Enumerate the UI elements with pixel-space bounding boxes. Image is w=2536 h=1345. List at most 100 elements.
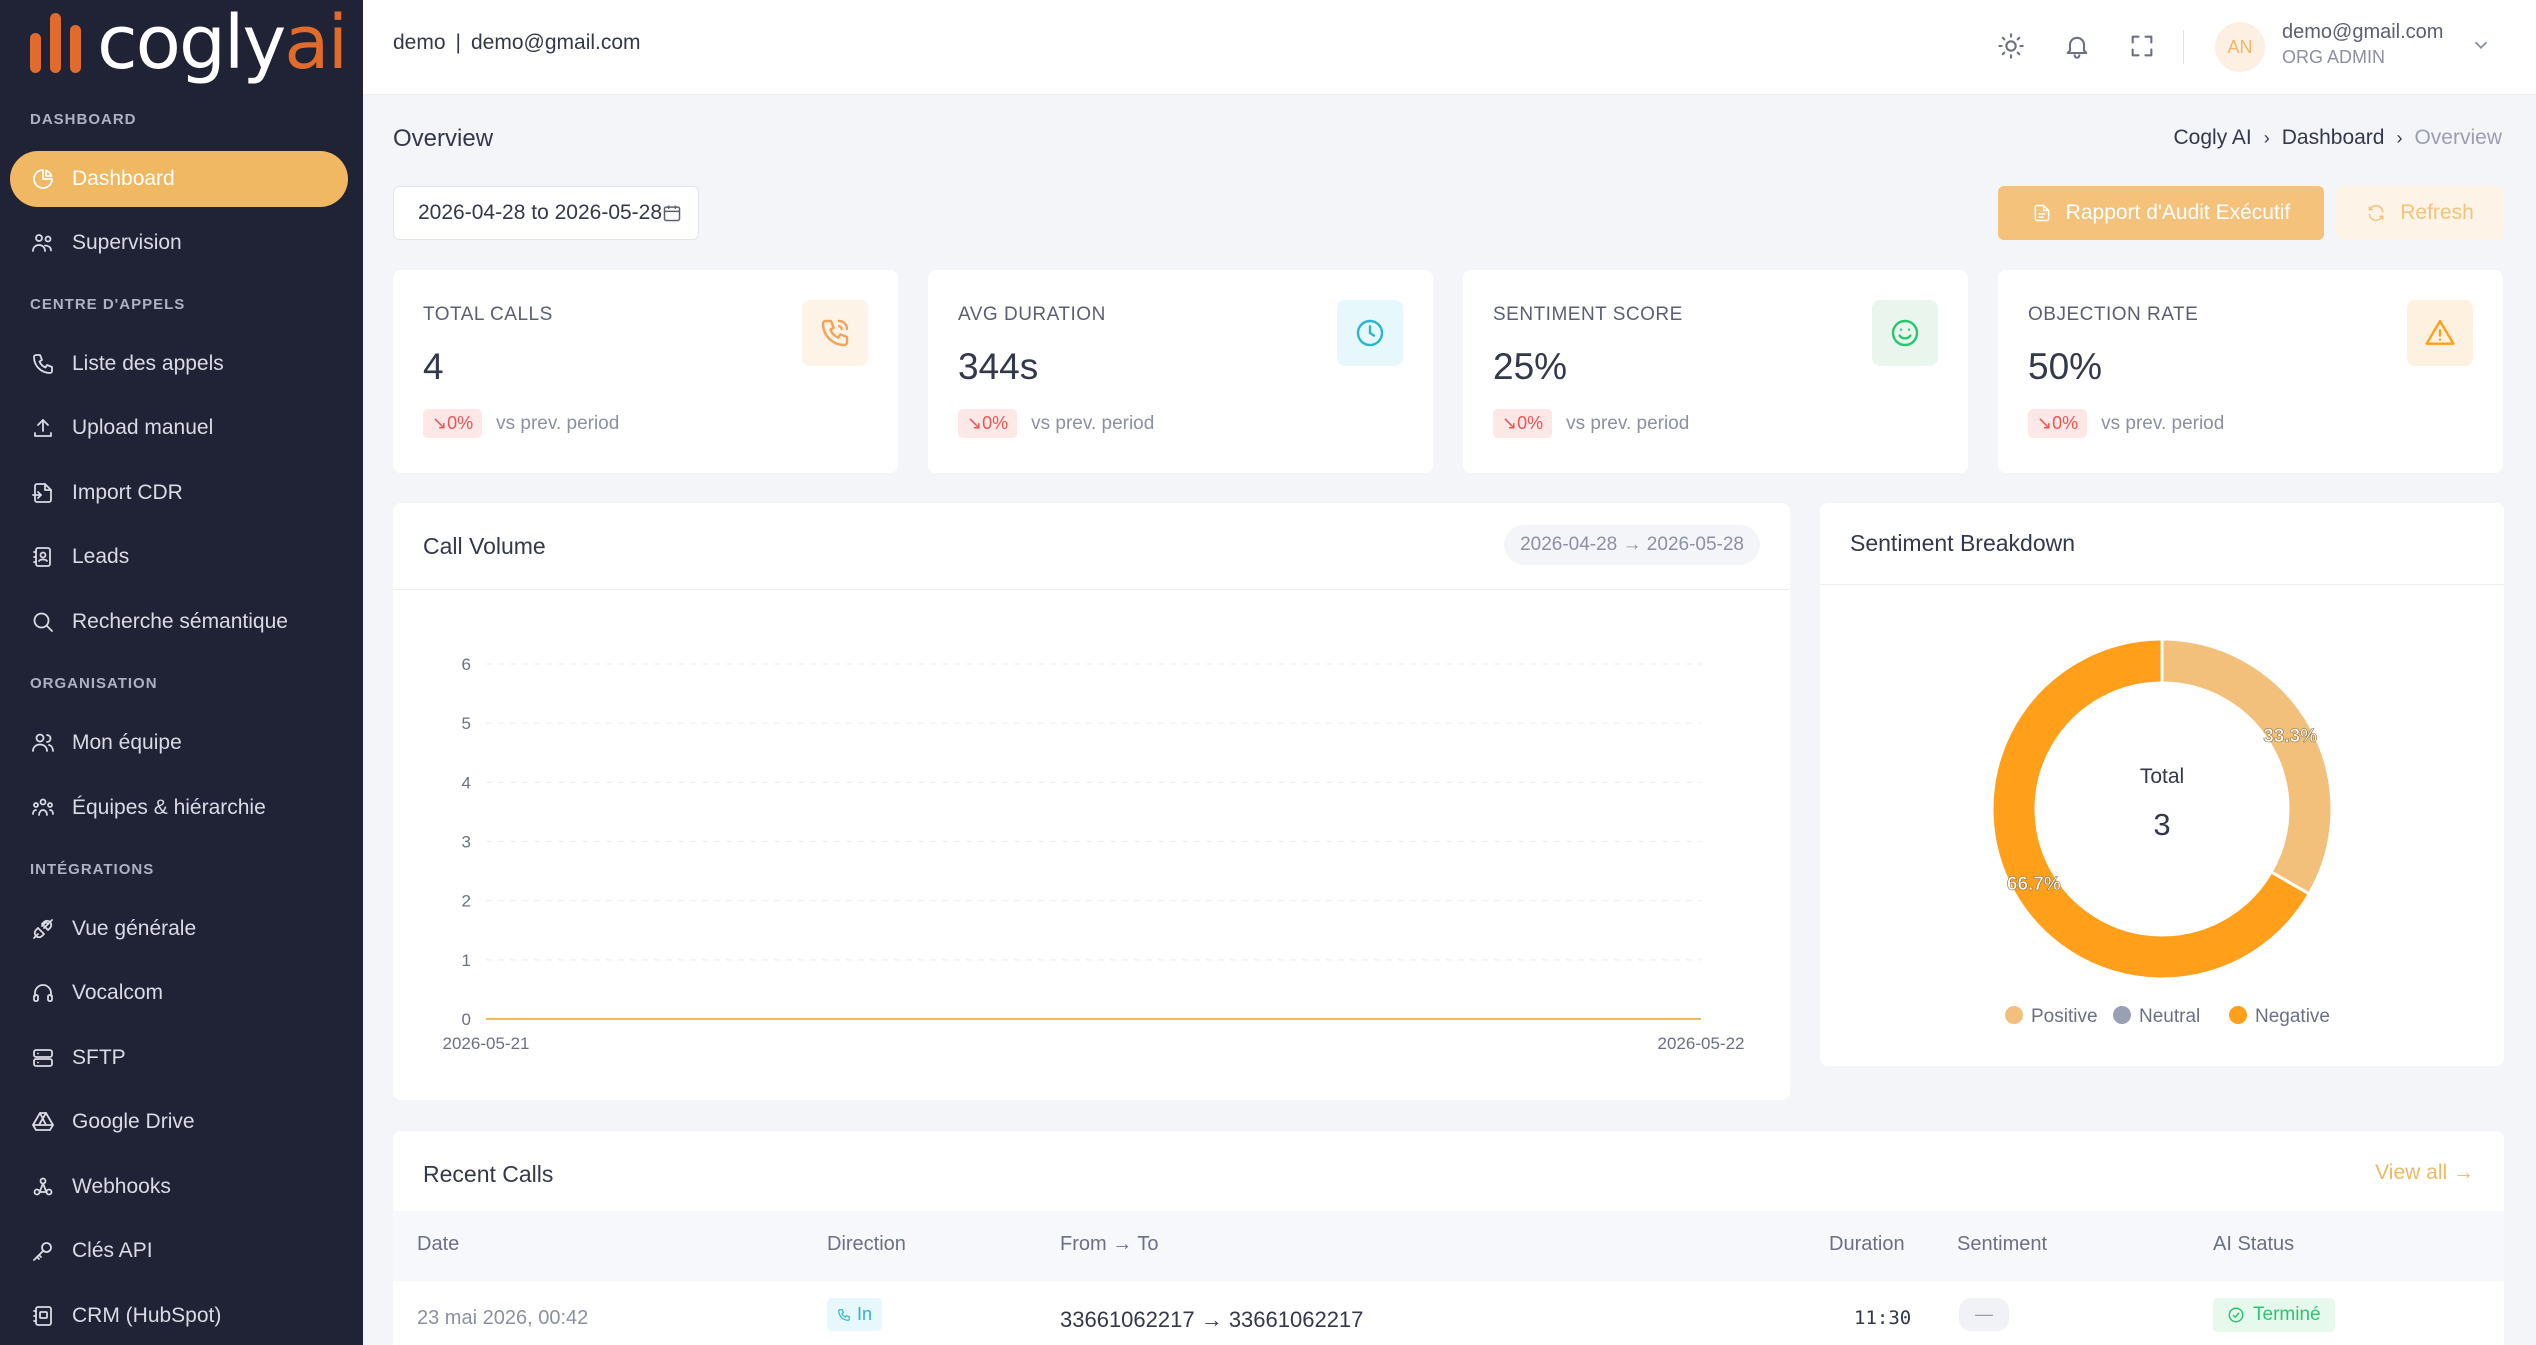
legend-item-negative[interactable]: Negative [2229,1006,2330,1027]
sidebar-section-integrations: INTÉGRATIONS [30,861,155,878]
sidebar-item-calls-list[interactable]: Liste des appels [10,336,348,392]
y-tick-label: 6 [462,655,471,674]
donut-center-label: Total [2140,765,2184,788]
sidebar-item-leads[interactable]: Leads [10,529,348,585]
date-range-value: 2026-04-28 to 2026-05-28 [418,201,663,224]
column-from-to[interactable]: From → To [1060,1233,1159,1256]
app-logo[interactable]: coglyai [30,6,348,80]
logo-text: coglyai [97,0,348,86]
chevron-right-icon: › [2396,127,2403,148]
breadcrumb-cogly-ai[interactable]: Cogly AI [2174,126,2252,150]
crm-icon [30,1303,56,1329]
sidebar-item-my-team[interactable]: Mon équipe [10,715,348,771]
sidebar-item-hierarchy[interactable]: Équipes & hiérarchie [10,780,348,836]
breadcrumb-dashboard[interactable]: Dashboard [2282,126,2385,150]
column-sentiment[interactable]: Sentiment [1957,1233,2047,1256]
sidebar-item-semantic-search[interactable]: Recherche sémantique [10,594,348,650]
trend-badge: ↘0% [1493,409,1553,438]
y-tick-label: 1 [462,951,471,970]
document-icon [2034,204,2050,222]
trend-badge: ↘0% [423,409,483,438]
notifications-bell-icon[interactable] [2059,28,2095,64]
column-date[interactable]: Date [417,1233,459,1256]
y-tick-label: 5 [462,714,471,733]
chevron-down-icon[interactable] [2470,34,2492,56]
donut-slice-positive[interactable] [2160,637,2334,897]
breadcrumb: Cogly AI › Dashboard › Overview [2174,126,2502,150]
date-range-picker[interactable]: 2026-04-28 to 2026-05-28 [393,186,699,240]
sidebar-section-organisation: ORGANISATION [30,675,158,692]
headset-icon [30,980,56,1006]
column-direction[interactable]: Direction [827,1233,906,1256]
column-duration[interactable]: Duration [1829,1233,1905,1256]
trend-badge: ↘0% [2028,409,2088,438]
refresh-button[interactable]: Refresh [2336,186,2504,240]
org-email: demo@gmail.com [471,31,641,54]
key-icon [30,1238,56,1264]
pie-chart-icon [30,166,56,192]
file-import-icon [30,480,56,506]
calendar-icon[interactable] [662,203,682,223]
table-header: Date Direction From → To Duration Sentim… [393,1211,2504,1281]
sidebar-item-import-cdr[interactable]: Import CDR [10,465,348,521]
call-volume-panel: Call Volume 2026-04-28 → 2026-05-28 0123… [393,503,1790,1100]
legend-swatch [2113,1006,2131,1024]
trend-badge: ↘0% [958,409,1018,438]
drive-icon [30,1109,56,1135]
search-icon [30,609,56,635]
alert-triangle-icon [2407,300,2473,366]
x-tick-label: 2026-05-21 [443,1034,530,1053]
donut-center-value: 3 [2153,807,2170,842]
fullscreen-icon[interactable] [2124,28,2160,64]
stat-card-total-calls: TOTAL CALLS 4 ↘0% vs prev. period [393,270,898,473]
theme-toggle-sun-icon[interactable] [1993,28,2029,64]
recent-calls-title: Recent Calls [423,1161,554,1187]
avatar[interactable]: AN [2215,22,2265,72]
webhook-icon [30,1174,56,1200]
sidebar-section-dashboard: DASHBOARD [30,111,137,128]
stat-card-avg-duration: AVG DURATION 344s ↘0% vs prev. period [928,270,1433,473]
legend-swatch [2229,1006,2247,1024]
sidebar-item-upload[interactable]: Upload manuel [10,400,348,456]
slice-percent-label: 66.7% [2007,874,2061,895]
legend-item-positive[interactable]: Positive [2005,1006,2098,1027]
legend-item-neutral[interactable]: Neutral [2113,1006,2200,1027]
page-title: Overview [393,125,494,152]
recent-calls-panel: Recent Calls View all → Date Direction F… [393,1131,2504,1345]
breadcrumb-overview: Overview [2414,126,2502,149]
sidebar-item-sftp[interactable]: SFTP [10,1030,348,1086]
user-group-icon [30,730,56,756]
sidebar-item-overview[interactable]: Vue générale [10,901,348,957]
ai-status-badge: Terminé [2213,1298,2335,1332]
upload-icon [30,415,56,441]
plug-icon [30,916,56,942]
sidebar-item-api-keys[interactable]: Clés API [10,1223,348,1279]
sidebar-item-crm-hubspot[interactable]: CRM (HubSpot) [10,1288,348,1344]
org-user-label: demo | demo@gmail.com [393,31,641,54]
org-name: demo [393,31,446,54]
call-date: 23 mai 2026, 00:42 [417,1307,589,1329]
sidebar-section-call-center: CENTRE D'APPELS [30,296,186,313]
slice-percent-label: 33.3% [2263,726,2317,747]
direction-badge: In [827,1298,883,1331]
sidebar-item-google-drive[interactable]: Google Drive [10,1094,348,1150]
logo-mark-icon [30,13,81,73]
user-email[interactable]: demo@gmail.com [2282,21,2443,44]
topbar: demo | demo@gmail.com AN demo@gmail.com OR… [363,0,2536,95]
legend-swatch [2005,1006,2023,1024]
sidebar-item-vocalcom[interactable]: Vocalcom [10,965,348,1021]
phone-call-icon [802,300,868,366]
phone-icon [30,351,56,377]
sidebar-item-dashboard[interactable]: Dashboard [10,151,348,207]
clock-icon [1337,300,1403,366]
sidebar-item-webhooks[interactable]: Webhooks [10,1159,348,1215]
stat-card-sentiment-score: SENTIMENT SCORE 25% ↘0% vs prev. period [1463,270,1968,473]
column-ai-status[interactable]: AI Status [2213,1233,2294,1256]
audit-report-button[interactable]: Rapport d'Audit Exécutif [1998,186,2324,240]
sentiment-panel: Sentiment Breakdown 33.3% 66.7% Total 3 Posi… [1820,503,2504,1066]
sidebar-item-supervision[interactable]: Supervision [10,215,348,271]
refresh-icon [2368,204,2384,222]
call-volume-chart: 0 1 2 3 4 5 6 2026-05-21 2026-05-22 [443,655,1745,1053]
view-all-link[interactable]: View all → [2375,1161,2474,1185]
user-role: ORG ADMIN [2282,47,2386,67]
